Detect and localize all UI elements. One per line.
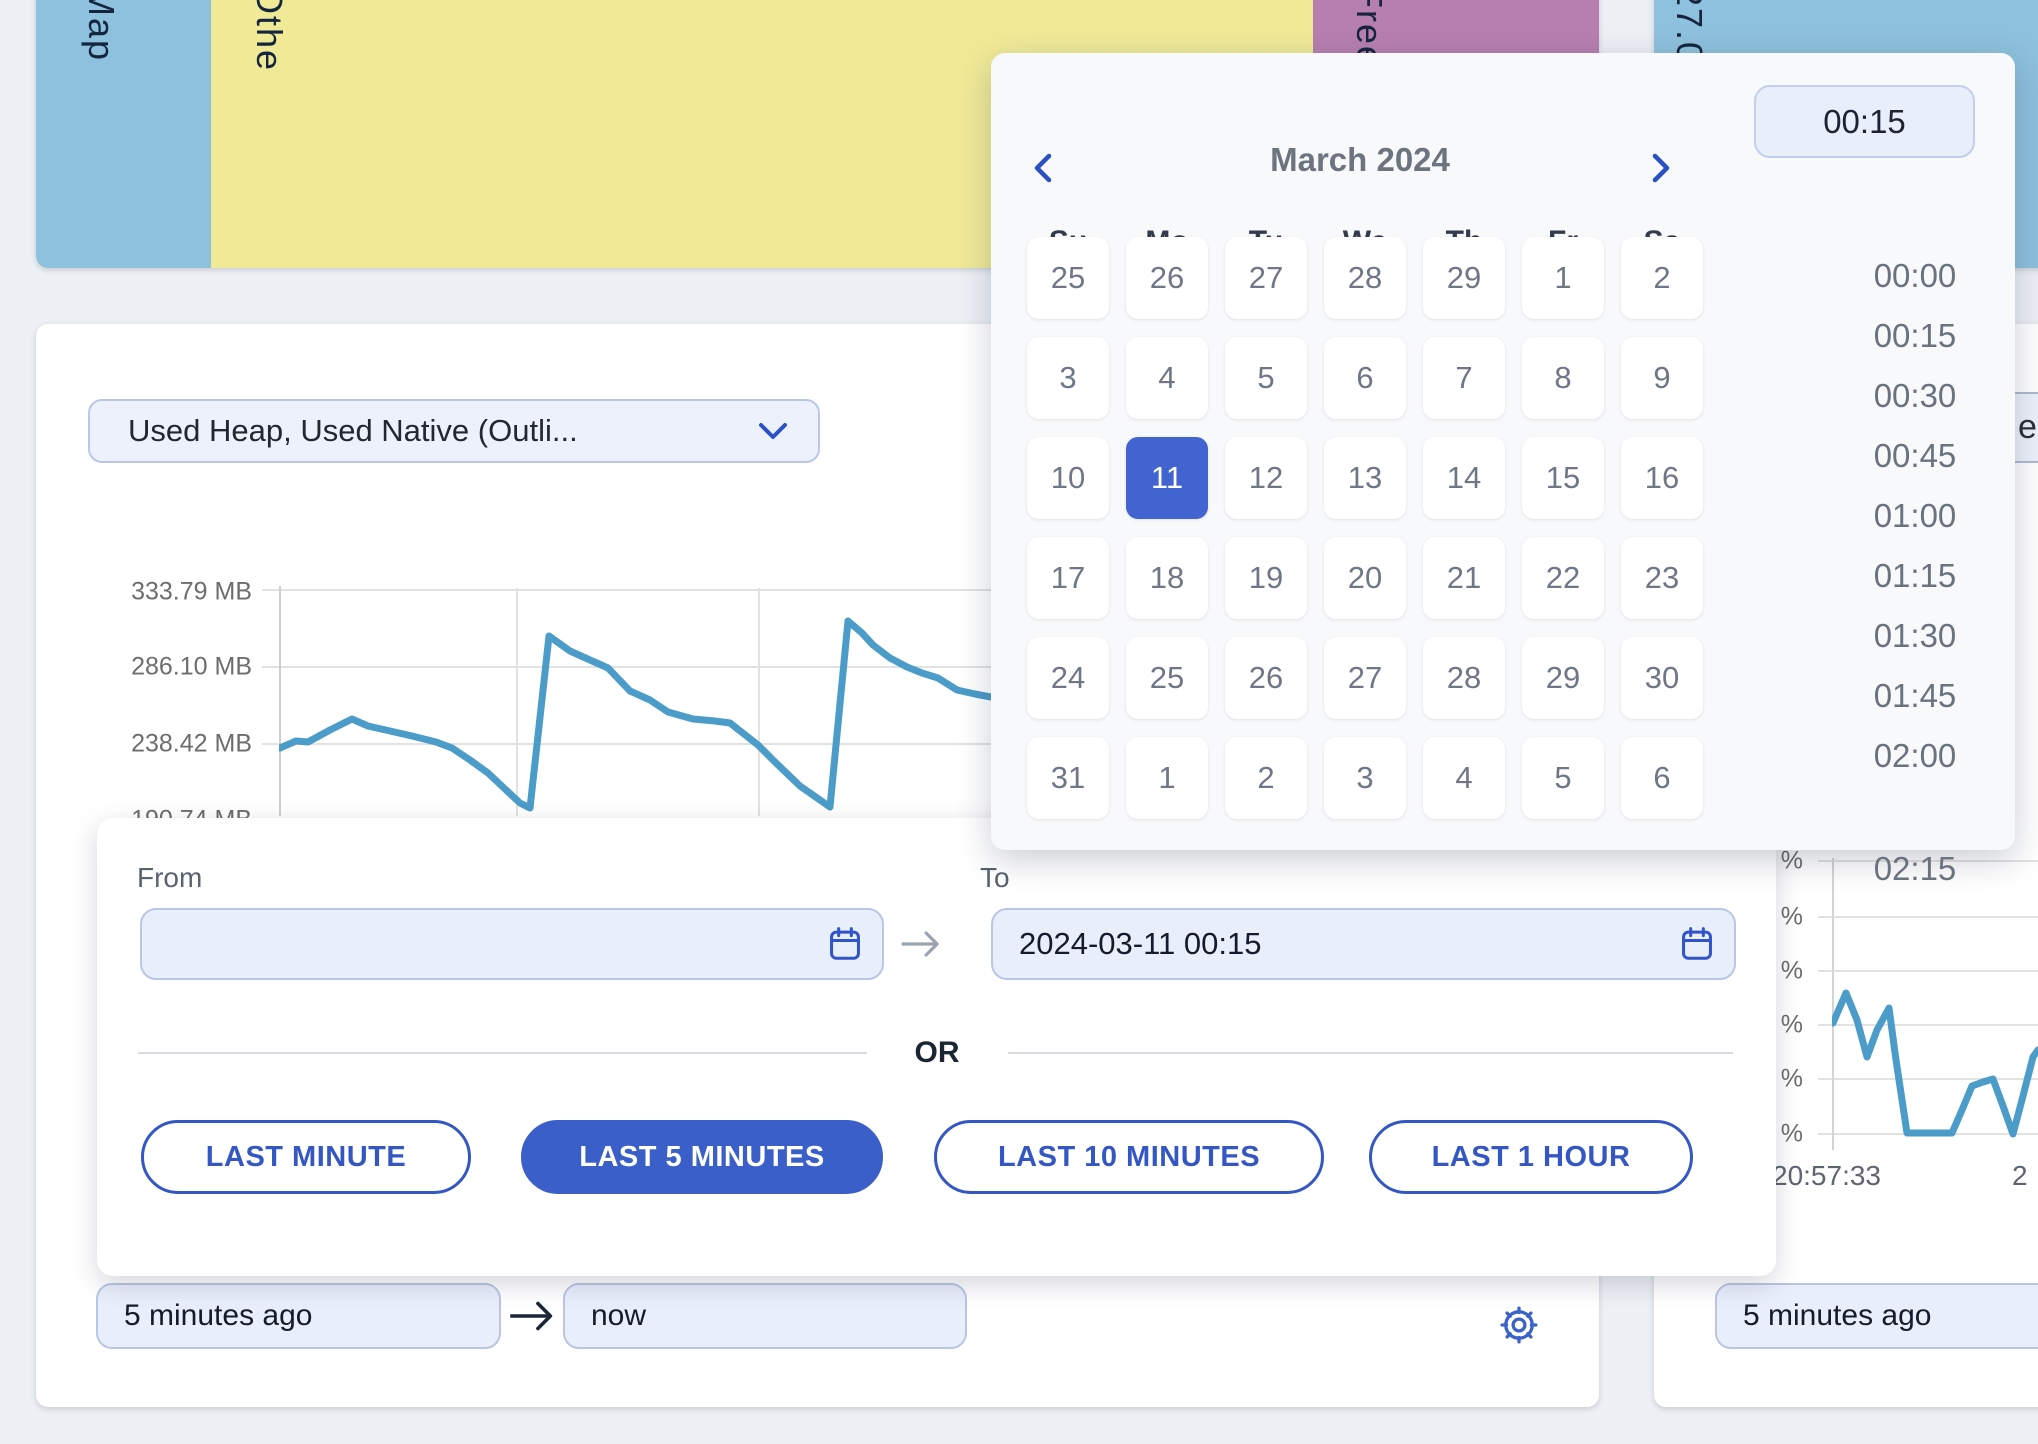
month-title: March 2024 xyxy=(1160,141,1560,179)
day-cell-15[interactable]: 15 xyxy=(1522,437,1604,519)
day-cell-5[interactable]: 5 xyxy=(1522,737,1604,819)
time-option-00:00[interactable]: 00:00 xyxy=(1805,257,2025,295)
cpu-chart-x-tick-partial: 2 xyxy=(2012,1160,2028,1192)
day-cell-14[interactable]: 14 xyxy=(1423,437,1505,519)
last-5-minutes-button[interactable]: LAST 5 MINUTES xyxy=(521,1120,883,1194)
bar-segment-mapped[interactable] xyxy=(36,0,211,268)
day-cell-23[interactable]: 23 xyxy=(1621,537,1703,619)
day-cell-24[interactable]: 24 xyxy=(1027,637,1109,719)
day-cell-31[interactable]: 31 xyxy=(1027,737,1109,819)
time-option-01:00[interactable]: 01:00 xyxy=(1805,497,2025,535)
bar-segment-label: Map xyxy=(80,0,122,62)
day-cell-18[interactable]: 18 xyxy=(1126,537,1208,619)
day-cell-1[interactable]: 1 xyxy=(1126,737,1208,819)
day-cell-11[interactable]: 11 xyxy=(1126,437,1208,519)
from-date-input[interactable] xyxy=(140,908,884,980)
gridline xyxy=(1818,916,2038,918)
day-cell-21[interactable]: 21 xyxy=(1423,537,1505,619)
time-option-clipped-wrap: 02:15 xyxy=(1745,850,2038,889)
time-option-01:30[interactable]: 01:30 xyxy=(1805,617,2025,655)
day-cell-26[interactable]: 26 xyxy=(1126,237,1208,319)
gear-icon[interactable] xyxy=(1497,1303,1541,1347)
day-cell-17[interactable]: 17 xyxy=(1027,537,1109,619)
day-cell-28[interactable]: 28 xyxy=(1423,637,1505,719)
from-label: From xyxy=(137,862,202,894)
memory-y-tick: 238.42 MB xyxy=(92,730,252,759)
chevron-left-icon[interactable] xyxy=(1029,151,1057,185)
day-cell-8[interactable]: 8 xyxy=(1522,337,1604,419)
day-cell-26[interactable]: 26 xyxy=(1225,637,1307,719)
right-quick-from-value: 5 minutes ago xyxy=(1743,1299,1931,1333)
time-option-partial[interactable]: 02:15 xyxy=(1805,850,2025,888)
day-cell-12[interactable]: 12 xyxy=(1225,437,1307,519)
time-range-panel: From To OR LAST MINUTE LAST 5 MINUT xyxy=(97,818,1776,1276)
last-10-minutes-button[interactable]: LAST 10 MINUTES xyxy=(934,1120,1324,1194)
divider xyxy=(1008,1052,1733,1054)
cpu-chart-x-tick: 20:57:33 xyxy=(1772,1160,1881,1192)
time-option-00:45[interactable]: 00:45 xyxy=(1805,437,2025,475)
day-cell-9[interactable]: 9 xyxy=(1621,337,1703,419)
day-cell-25[interactable]: 25 xyxy=(1027,237,1109,319)
day-cell-6[interactable]: 6 xyxy=(1621,737,1703,819)
calendar-icon[interactable] xyxy=(1678,924,1716,964)
monitoring-dashboard: Map Othe Free 27.0 Used Heap, Used Nativ… xyxy=(0,0,2038,1444)
memory-y-tick: 333.79 MB xyxy=(92,578,252,607)
metric-select-label: Used Heap, Used Native (Outli... xyxy=(128,413,758,449)
day-cell-6[interactable]: 6 xyxy=(1324,337,1406,419)
day-cell-1[interactable]: 1 xyxy=(1522,237,1604,319)
day-cell-22[interactable]: 22 xyxy=(1522,537,1604,619)
to-date-input[interactable] xyxy=(991,908,1736,980)
chevron-right-icon[interactable] xyxy=(1647,151,1675,185)
quick-from-input[interactable]: 5 minutes ago xyxy=(96,1283,501,1349)
day-cell-13[interactable]: 13 xyxy=(1324,437,1406,519)
to-label: To xyxy=(980,862,1010,894)
day-cell-2[interactable]: 2 xyxy=(1621,237,1703,319)
quick-from-value: 5 minutes ago xyxy=(124,1299,312,1333)
from-date-value[interactable] xyxy=(168,927,856,961)
day-cell-5[interactable]: 5 xyxy=(1225,337,1307,419)
day-cell-7[interactable]: 7 xyxy=(1423,337,1505,419)
day-cell-4[interactable]: 4 xyxy=(1423,737,1505,819)
day-cell-25[interactable]: 25 xyxy=(1126,637,1208,719)
day-cell-27[interactable]: 27 xyxy=(1225,237,1307,319)
quick-to-value: now xyxy=(591,1299,646,1333)
quick-to-input[interactable]: now xyxy=(563,1283,967,1349)
last-1-hour-button[interactable]: LAST 1 HOUR xyxy=(1369,1120,1693,1194)
right-quick-from-input[interactable]: 5 minutes ago xyxy=(1715,1283,2038,1349)
time-option-00:30[interactable]: 00:30 xyxy=(1805,377,2025,415)
day-cell-3[interactable]: 3 xyxy=(1027,337,1109,419)
day-cell-30[interactable]: 30 xyxy=(1621,637,1703,719)
day-cell-19[interactable]: 19 xyxy=(1225,537,1307,619)
day-cell-29[interactable]: 29 xyxy=(1522,637,1604,719)
date-time-picker-popup: March 2024 SuMoTuWeThFrSa 25262728291234… xyxy=(991,53,2015,850)
arrow-right-icon xyxy=(898,926,942,962)
day-cell-20[interactable]: 20 xyxy=(1324,537,1406,619)
time-option-02:00[interactable]: 02:00 xyxy=(1805,737,2025,775)
bar-segment-label: Othe xyxy=(248,0,290,72)
cpu-usage-line xyxy=(1832,950,2038,1145)
day-cell-27[interactable]: 27 xyxy=(1324,637,1406,719)
day-cell-29[interactable]: 29 xyxy=(1423,237,1505,319)
day-cell-10[interactable]: 10 xyxy=(1027,437,1109,519)
to-date-value[interactable] xyxy=(1019,926,1708,962)
time-option-00:15[interactable]: 00:15 xyxy=(1805,317,2025,355)
divider xyxy=(138,1052,867,1054)
chevron-down-icon xyxy=(758,422,788,440)
day-cell-4[interactable]: 4 xyxy=(1126,337,1208,419)
day-cell-2[interactable]: 2 xyxy=(1225,737,1307,819)
day-cell-3[interactable]: 3 xyxy=(1324,737,1406,819)
day-cell-16[interactable]: 16 xyxy=(1621,437,1703,519)
memory-usage-line xyxy=(279,560,991,817)
or-label: OR xyxy=(915,1036,960,1070)
day-cell-28[interactable]: 28 xyxy=(1324,237,1406,319)
arrow-right-icon xyxy=(506,1298,556,1334)
time-input[interactable] xyxy=(1754,85,1975,158)
last-minute-button[interactable]: LAST MINUTE xyxy=(141,1120,471,1194)
memory-y-tick: 286.10 MB xyxy=(92,653,252,682)
calendar-icon[interactable] xyxy=(826,924,864,964)
time-option-01:45[interactable]: 01:45 xyxy=(1805,677,2025,715)
time-option-01:15[interactable]: 01:15 xyxy=(1805,557,2025,595)
metric-select-dropdown[interactable]: Used Heap, Used Native (Outli... xyxy=(88,399,820,463)
